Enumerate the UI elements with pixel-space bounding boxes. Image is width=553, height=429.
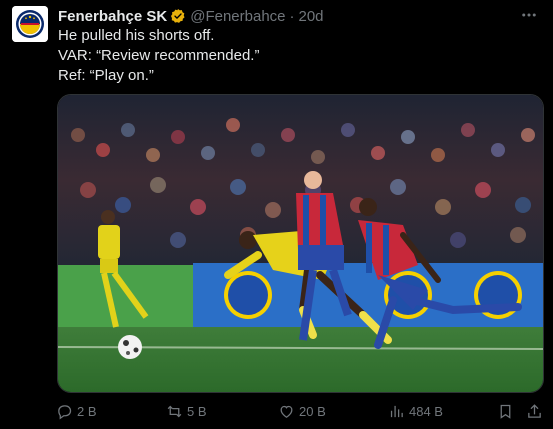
tweet-text-line: He pulled his shorts off. xyxy=(58,27,215,44)
author-handle[interactable]: @Fenerbahce xyxy=(190,8,285,25)
tweet-text: He pulled his shorts off. VAR: “Review r… xyxy=(58,26,259,86)
heart-icon xyxy=(280,405,293,418)
repost-icon xyxy=(167,405,182,417)
like-button[interactable]: 20 B xyxy=(278,401,326,421)
more-options-icon[interactable] xyxy=(519,6,539,24)
football-match-photo xyxy=(58,95,543,392)
views-bar-chart-icon xyxy=(390,405,403,417)
repost-button[interactable]: 5 B xyxy=(166,401,207,421)
gold-verified-badge-icon[interactable] xyxy=(170,8,186,24)
repost-count: 5 B xyxy=(187,403,207,419)
tweet-timestamp[interactable]: 20d xyxy=(299,8,324,25)
views-button[interactable]: 484 B xyxy=(388,401,443,421)
reply-icon xyxy=(58,404,72,419)
tweet-action-bar: 2 B 5 B 20 B 484 B xyxy=(56,401,546,421)
like-count: 20 B xyxy=(299,403,326,419)
tweet-header: Fenerbahçe SK @Fenerbahce · 20d xyxy=(58,6,324,26)
share-icon xyxy=(528,403,541,418)
share-button[interactable] xyxy=(526,401,547,421)
tweet-text-line: VAR: “Review recommended.” xyxy=(58,47,260,64)
views-count: 484 B xyxy=(409,403,443,419)
author-name[interactable]: Fenerbahçe SK xyxy=(58,8,167,25)
tweet-text-line: Ref: “Play on.” xyxy=(58,67,154,84)
tweet: Fenerbahçe SK @Fenerbahce · 20d He pulle… xyxy=(0,0,553,429)
football xyxy=(118,335,142,359)
reply-button[interactable]: 2 B xyxy=(56,401,97,421)
separator-dot: · xyxy=(289,7,295,25)
author-avatar[interactable] xyxy=(12,6,48,42)
reply-count: 2 B xyxy=(77,403,97,419)
tweet-media-photo[interactable] xyxy=(57,94,544,393)
bookmark-icon xyxy=(500,404,511,419)
club-crest-logo xyxy=(12,6,48,42)
bookmark-button[interactable] xyxy=(497,401,518,421)
